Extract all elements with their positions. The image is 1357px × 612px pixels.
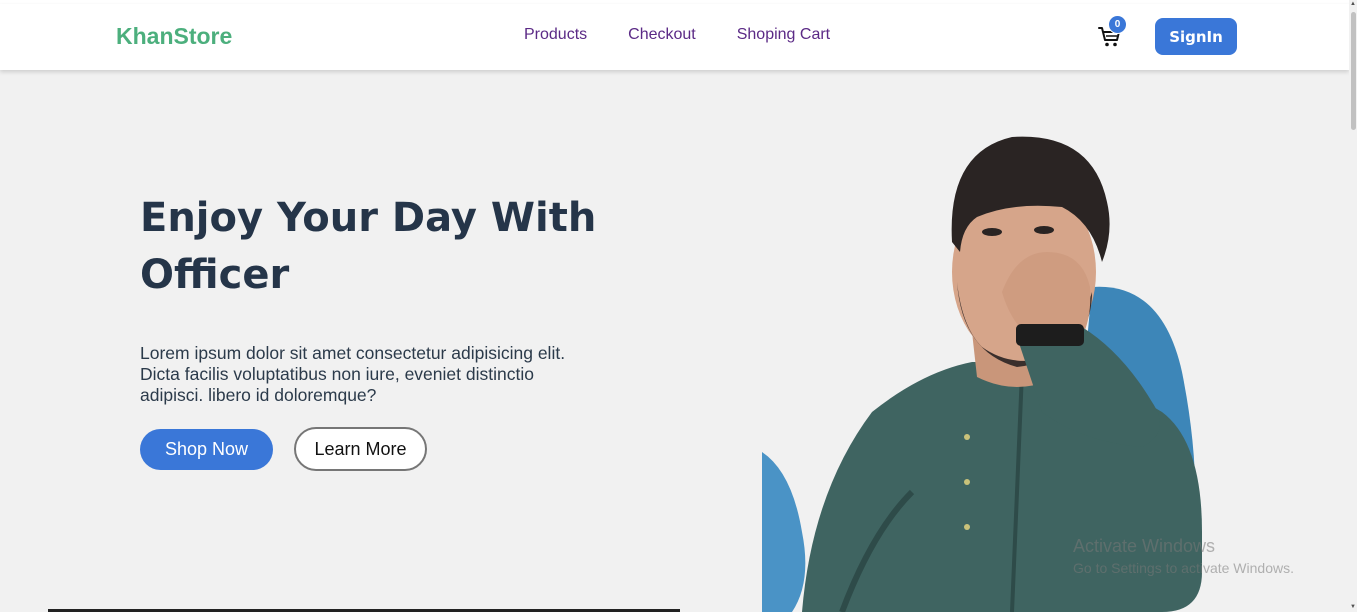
- learn-more-button[interactable]: Learn More: [294, 427, 427, 471]
- activate-windows-title: Activate Windows: [1073, 536, 1216, 556]
- hero-description: Lorem ipsum dolor sit amet consectetur a…: [140, 343, 566, 405]
- hero-title: Enjoy Your Day With Officer: [140, 195, 597, 298]
- nav-link-shopping-cart[interactable]: Shoping Cart: [737, 26, 830, 44]
- scroll-up-arrow-icon[interactable]: ▲: [1350, 1, 1356, 7]
- nav-link-products[interactable]: Products: [524, 26, 587, 44]
- cart-button[interactable]: 0: [1098, 15, 1127, 50]
- shop-now-button[interactable]: Shop Now: [140, 429, 273, 470]
- scrollbar[interactable]: ▲ ▼: [1349, 0, 1357, 612]
- scroll-down-arrow-icon[interactable]: ▼: [1350, 604, 1356, 610]
- navbar: KhanStore Products Checkout Shoping Cart…: [0, 4, 1349, 70]
- nav-link-checkout[interactable]: Checkout: [628, 26, 696, 44]
- scroll-thumb[interactable]: [1351, 12, 1356, 130]
- activate-windows-subtitle: Go to Settings to activate Windows.: [1073, 560, 1294, 576]
- nav-links: Products Checkout Shoping Cart: [524, 26, 871, 44]
- brand-logo[interactable]: KhanStore: [116, 23, 232, 50]
- signin-button[interactable]: SignIn: [1155, 18, 1237, 55]
- cart-count-badge: 0: [1108, 15, 1127, 34]
- page: KhanStore Products Checkout Shoping Cart…: [0, 0, 1357, 612]
